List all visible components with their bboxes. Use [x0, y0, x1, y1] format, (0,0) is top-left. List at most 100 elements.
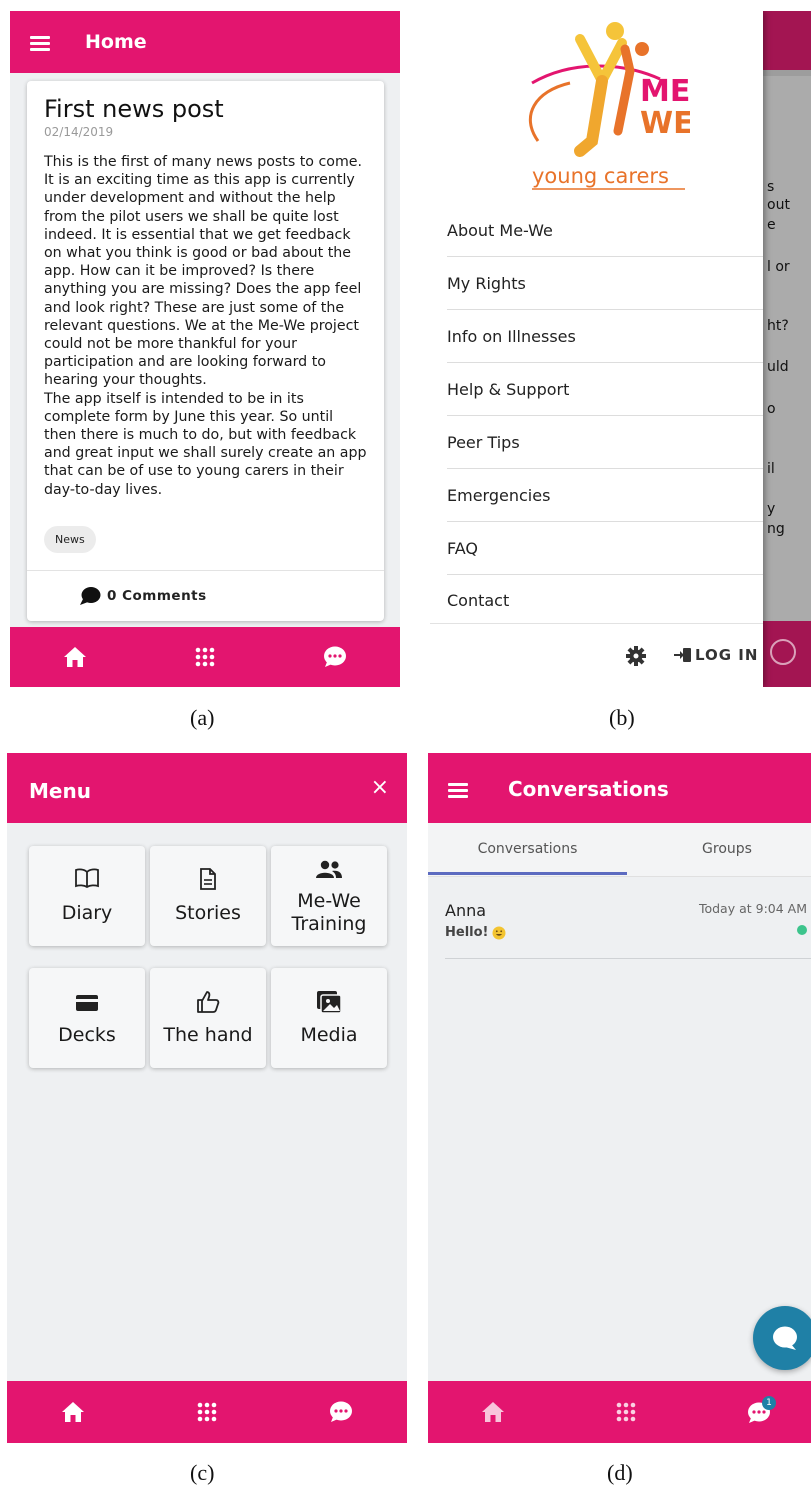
menu-item-contact[interactable]: Contact [447, 575, 763, 627]
contact-name: Anna [445, 901, 487, 920]
chat-icon[interactable] [316, 1381, 366, 1443]
background-text-fragment: l or [767, 259, 790, 275]
tile-the-hand[interactable]: The hand [150, 968, 266, 1068]
comment-bubble-icon [80, 587, 101, 605]
tab-groups[interactable]: Groups [627, 823, 811, 877]
post-title: First news post [44, 95, 224, 123]
bottom-nav [10, 627, 400, 687]
menu-header: Menu × [7, 753, 407, 823]
chat-bubble-icon [773, 1326, 797, 1350]
background-text-fragment: o [767, 401, 776, 417]
news-tag[interactable]: News [44, 526, 96, 553]
tile-label: Me-We Training [291, 890, 367, 935]
bottom-nav: 1 [428, 1381, 811, 1443]
navigation-drawer: ME WE young carers About Me-We My Rights… [430, 11, 763, 687]
menu-item-info-illnesses[interactable]: Info on Illnesses [447, 311, 763, 363]
tile-diary[interactable]: Diary [29, 846, 145, 946]
unread-badge: 1 [762, 1396, 776, 1410]
new-chat-button[interactable] [753, 1306, 811, 1370]
tile-decks[interactable]: Decks [29, 968, 145, 1068]
card-divider [27, 570, 384, 571]
chat-icon[interactable] [310, 627, 360, 687]
me-we-logo: ME WE young carers [528, 22, 690, 190]
post-date: 02/14/2019 [44, 125, 114, 139]
last-message: Hello! [445, 925, 506, 940]
caption-c: (c) [190, 1460, 215, 1485]
book-icon [29, 868, 145, 888]
home-icon[interactable] [468, 1381, 518, 1443]
menu-item-about[interactable]: About Me-We [447, 205, 763, 257]
background-text-fragment: uld [767, 359, 789, 375]
online-status-indicator [797, 925, 807, 935]
menu-item-my-rights[interactable]: My Rights [447, 258, 763, 310]
card-icon [29, 994, 145, 1012]
login-button[interactable]: LOG IN [674, 646, 758, 664]
comments-button[interactable]: 0 Comments [79, 586, 207, 606]
gear-icon[interactable] [626, 646, 646, 666]
last-message-text: Hello! [445, 925, 489, 940]
background-chat-icon [770, 639, 796, 665]
chat-icon[interactable]: 1 [735, 1381, 785, 1443]
grinning-emoji-icon [492, 926, 506, 939]
logo-me: ME [640, 74, 690, 109]
caption-a: (a) [190, 705, 215, 730]
menu-item-help-support[interactable]: Help & Support [447, 364, 763, 416]
background-text-fragment: ht? [767, 318, 789, 334]
comments-count: 0 Comments [107, 588, 207, 604]
login-label: LOG IN [695, 646, 759, 664]
thumbs-up-icon [150, 990, 266, 1014]
background-text-fragment: il [767, 461, 775, 477]
hamburger-menu-icon[interactable] [448, 782, 468, 798]
screen-home: Home First news post 02/14/2019 This is … [10, 11, 400, 687]
tile-me-we-training[interactable]: Me-We Training [271, 846, 387, 946]
active-tab-indicator [428, 872, 627, 875]
menu-item-peer-tips[interactable]: Peer Tips [447, 417, 763, 469]
page-title: Home [85, 31, 147, 53]
logo-we: WE [640, 106, 690, 141]
home-header: Home [10, 11, 400, 73]
images-icon [271, 990, 387, 1014]
tile-label: Stories [175, 902, 241, 924]
document-icon [150, 868, 266, 890]
conversations-header: Conversations [428, 753, 811, 823]
bottom-nav [7, 1381, 407, 1443]
caption-b: (b) [609, 705, 635, 730]
screen-conversations: Conversations Conversations Groups Anna … [428, 753, 811, 1443]
conversation-tabs: Conversations Groups [428, 823, 811, 877]
conversation-list: Anna Hello! Today at 9:04 AM [428, 877, 811, 1381]
tile-label: Decks [58, 1024, 116, 1046]
home-icon[interactable] [50, 627, 100, 687]
page-title: Conversations [508, 777, 669, 801]
post-body: This is the first of many news posts to … [44, 154, 367, 498]
news-post-card: First news post 02/14/2019 This is the f… [27, 81, 384, 621]
tile-label: Diary [61, 902, 113, 924]
home-icon[interactable] [48, 1381, 98, 1443]
hamburger-menu-icon[interactable] [30, 35, 50, 51]
login-icon [674, 648, 691, 662]
menu-item-emergencies[interactable]: Emergencies [447, 470, 763, 522]
menu-item-faq[interactable]: FAQ [447, 523, 763, 575]
tile-media[interactable]: Media [271, 968, 387, 1068]
message-timestamp: Today at 9:04 AM [698, 901, 807, 916]
background-text-fragment: s [767, 179, 775, 195]
list-item[interactable]: Anna Hello! Today at 9:04 AM [445, 877, 811, 959]
logo-tagline: young carers [532, 164, 669, 188]
apps-grid-icon[interactable] [182, 1381, 232, 1443]
background-header [763, 11, 811, 70]
page-title: Menu [29, 779, 91, 803]
background-text-fragment: e [767, 217, 776, 233]
screen-side-drawer: s out e l or ht? uld o il y ng ME WE you… [430, 11, 811, 687]
caption-d: (d) [607, 1460, 633, 1485]
background-text-fragment: out [767, 197, 790, 213]
apps-grid-icon[interactable] [601, 1381, 651, 1443]
close-icon[interactable]: × [371, 775, 389, 800]
tile-stories[interactable]: Stories [150, 846, 266, 946]
tile-label: Media [300, 1024, 358, 1046]
people-icon [271, 860, 387, 880]
apps-grid-icon[interactable] [180, 627, 230, 687]
tab-conversations[interactable]: Conversations [428, 823, 627, 877]
background-text-fragment: y [767, 501, 776, 517]
screen-menu: Menu × Diary Stories Me-We Training Deck… [7, 753, 407, 1443]
background-text-fragment: ng [767, 521, 785, 537]
tile-label: The hand [163, 1024, 253, 1046]
